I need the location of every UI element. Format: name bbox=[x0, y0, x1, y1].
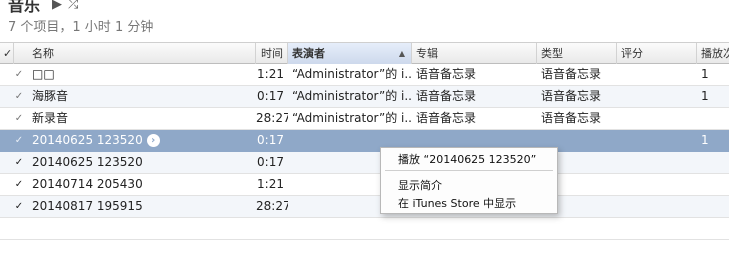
song-album: 语音备忘录 bbox=[416, 111, 477, 125]
column-header-check[interactable]: ✓ bbox=[0, 43, 14, 64]
song-name: 新录音 bbox=[32, 111, 69, 125]
song-rating[interactable] bbox=[617, 130, 697, 151]
song-name: 海豚音 bbox=[32, 89, 69, 103]
song-genre: 语音备忘录 bbox=[541, 89, 602, 103]
song-time: 28:27 bbox=[256, 199, 288, 213]
table-row[interactable]: ✓ □□ 1:21 “Administrator”的 i... 语音备忘录 语音… bbox=[0, 64, 729, 86]
play-icon[interactable]: ▶ bbox=[52, 0, 62, 12]
table-header: ✓ 名称 时间 表演者 ▲ 专辑 类型 评分 播放次 bbox=[0, 42, 729, 64]
column-header-rating[interactable]: 评分 bbox=[617, 43, 697, 64]
song-genre: 语音备忘录 bbox=[541, 111, 602, 125]
table-row-selected[interactable]: ✓ 20140625 123520 › 0:17 1 bbox=[0, 130, 729, 152]
column-header-artist-label: 表演者 bbox=[292, 47, 325, 60]
song-time: 1:21 bbox=[257, 177, 284, 191]
song-rating[interactable] bbox=[617, 174, 697, 195]
song-album: 语音备忘录 bbox=[416, 89, 477, 103]
row-checkbox[interactable]: ✓ bbox=[12, 152, 26, 173]
song-genre: 语音备忘录 bbox=[541, 67, 602, 81]
song-name-cell: 20140625 123520 › bbox=[28, 130, 256, 151]
row-checkbox[interactable]: ✓ bbox=[12, 86, 26, 107]
song-name: 20140817 195915 bbox=[32, 199, 143, 213]
menu-item-show-info[interactable]: 显示简介 bbox=[398, 177, 442, 194]
empty-row bbox=[0, 218, 729, 240]
column-header-time[interactable]: 时间 bbox=[256, 43, 288, 64]
title-row: 音乐 ▶ ⤮ bbox=[8, 0, 78, 15]
song-plays bbox=[697, 174, 729, 195]
song-rating[interactable] bbox=[617, 64, 697, 85]
menu-item-show-in-store[interactable]: 在 iTunes Store 中显示 bbox=[398, 195, 516, 212]
table-row[interactable]: ✓ 海豚音 0:17 “Administrator”的 i... 语音备忘录 语… bbox=[0, 86, 729, 108]
song-name: □□ bbox=[32, 67, 55, 81]
table-row[interactable]: ✓ 新录音 28:27 “Administrator”的 i... 语音备忘录 … bbox=[0, 108, 729, 130]
page-title: 音乐 bbox=[8, 0, 41, 15]
song-table: ✓ 名称 时间 表演者 ▲ 专辑 类型 评分 播放次 ✓ □□ 1:21 “Ad… bbox=[0, 42, 729, 240]
song-plays bbox=[697, 108, 729, 129]
song-time: 1:21 bbox=[257, 67, 284, 81]
song-time: 0:17 bbox=[257, 133, 284, 147]
song-rating[interactable] bbox=[617, 196, 697, 217]
song-artist: “Administrator”的 i... bbox=[292, 89, 412, 103]
context-menu: 播放 “20140625 123520” 显示简介 在 iTunes Store… bbox=[380, 147, 558, 214]
song-plays bbox=[697, 152, 729, 173]
song-name: 20140714 205430 bbox=[32, 177, 143, 191]
table-row[interactable]: ✓ 20140625 123520 0:17 bbox=[0, 152, 729, 174]
column-header-plays[interactable]: 播放次 bbox=[697, 43, 729, 64]
song-plays: 1 bbox=[701, 67, 709, 81]
song-rating[interactable] bbox=[617, 86, 697, 107]
song-time: 0:17 bbox=[257, 155, 284, 169]
song-time: 0:17 bbox=[257, 89, 284, 103]
song-plays bbox=[697, 196, 729, 217]
menu-item-play[interactable]: 播放 “20140625 123520” bbox=[398, 151, 536, 168]
row-checkbox[interactable]: ✓ bbox=[12, 130, 26, 151]
song-album: 语音备忘录 bbox=[416, 67, 477, 81]
go-arrow-icon[interactable]: › bbox=[146, 134, 160, 147]
library-summary: 7 个项目，1 小时 1 分钟 bbox=[8, 20, 154, 35]
column-header-genre[interactable]: 类型 bbox=[537, 43, 617, 64]
table-row[interactable]: ✓ 20140817 195915 28:27 bbox=[0, 196, 729, 218]
row-checkbox[interactable]: ✓ bbox=[12, 64, 26, 85]
song-time: 28:27 bbox=[256, 111, 288, 125]
song-name: 20140625 123520 bbox=[32, 133, 143, 147]
row-checkbox[interactable]: ✓ bbox=[12, 196, 26, 217]
row-checkbox[interactable]: ✓ bbox=[12, 108, 26, 129]
song-rating[interactable] bbox=[617, 152, 697, 173]
song-plays: 1 bbox=[701, 89, 709, 103]
column-header-name[interactable]: 名称 bbox=[14, 43, 256, 64]
song-rating[interactable] bbox=[617, 108, 697, 129]
shuffle-icon[interactable]: ⤮ bbox=[68, 0, 78, 12]
song-name: 20140625 123520 bbox=[32, 155, 143, 169]
column-header-artist[interactable]: 表演者 ▲ bbox=[288, 43, 412, 64]
song-plays: 1 bbox=[701, 133, 709, 147]
row-checkbox[interactable]: ✓ bbox=[12, 174, 26, 195]
sort-ascending-icon: ▲ bbox=[398, 49, 405, 58]
column-header-album[interactable]: 专辑 bbox=[412, 43, 537, 64]
song-artist: “Administrator”的 i... bbox=[292, 67, 412, 81]
song-artist: “Administrator”的 i... bbox=[292, 111, 412, 125]
table-row[interactable]: ✓ 20140714 205430 1:21 bbox=[0, 174, 729, 196]
library-header: 音乐 ▶ ⤮ 7 个项目，1 小时 1 分钟 bbox=[0, 0, 729, 42]
menu-separator bbox=[385, 170, 553, 171]
